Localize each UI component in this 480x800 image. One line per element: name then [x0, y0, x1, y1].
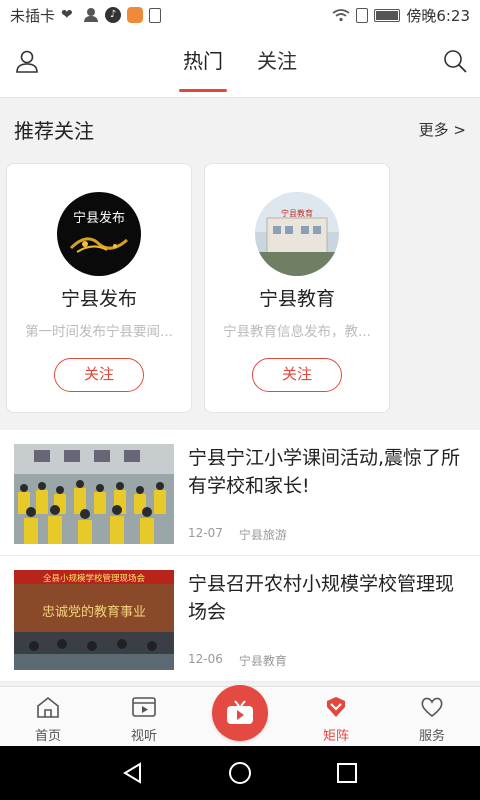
nav-home[interactable]: 首页 — [0, 687, 96, 747]
video-icon — [132, 697, 156, 717]
avatar-text: 宁县教育 — [281, 208, 313, 218]
app-notification-icon — [127, 7, 144, 23]
recommend-title: 推荐关注 — [14, 118, 94, 143]
recommend-header: 推荐关注 更多 > — [0, 99, 480, 159]
account-name: 宁县发布 — [60, 288, 137, 310]
tab-hot[interactable]: 热门 — [179, 30, 227, 98]
nav-label: 矩阵 — [322, 729, 349, 744]
news-date: 12-07 — [188, 526, 223, 540]
news-source: 宁县旅游 — [238, 528, 287, 542]
download-icon — [149, 7, 162, 23]
account-card[interactable]: 宁县教育 宁县教育 宁县教育信息发布，教... 关注 — [204, 163, 390, 413]
news-date: 12-06 — [188, 652, 223, 666]
back-icon[interactable] — [120, 760, 146, 786]
news-thumbnail: 全县小规模学校管理现场会 忠诚党的教育事业 — [14, 570, 174, 670]
status-bar: 未插卡 ❤ ♪ 傍晚6:23 — [0, 0, 480, 30]
more-link[interactable]: 更多 > — [419, 119, 466, 140]
clock: 傍晚6:23 — [406, 6, 470, 25]
tab-follow[interactable]: 关注 — [253, 30, 301, 98]
account-desc: 宁县教育信息发布，教... — [223, 324, 371, 340]
nav-service[interactable]: 服务 — [384, 687, 480, 747]
search-icon[interactable] — [442, 48, 468, 74]
news-feed: 宁县宁江小学课间活动,震惊了所有学校和家长! 12-07 宁县旅游 全县小规模学… — [0, 430, 480, 682]
account-name: 宁县教育 — [258, 288, 335, 310]
news-meta: 12-07 宁县旅游 — [188, 526, 287, 543]
heart-icon — [421, 697, 443, 718]
nav-label: 首页 — [34, 729, 61, 744]
news-title: 宁县宁江小学课间活动,震惊了所有学校和家长! — [188, 447, 461, 497]
wifi-icon — [332, 9, 350, 22]
news-source: 宁县教育 — [238, 654, 287, 668]
account-desc: 第一时间发布宁县要闻... — [25, 324, 173, 340]
account-card[interactable]: 宁县发布 宁县发布 第一时间发布宁县要闻... 关注 — [6, 163, 192, 413]
person-icon — [83, 8, 99, 22]
follow-button[interactable]: 关注 — [54, 358, 144, 392]
news-item[interactable]: 全县小规模学校管理现场会 忠诚党的教育事业 宁县召开农村小规模学校管理现场会 1… — [0, 556, 480, 682]
carrier-label: 未插卡 — [10, 6, 56, 25]
battery-icon — [374, 8, 401, 22]
follow-button[interactable]: 关注 — [252, 358, 342, 392]
news-meta: 12-06 宁县教育 — [188, 652, 287, 669]
avatar: 宁县教育 — [255, 192, 339, 276]
news-title: 宁县召开农村小规模学校管理现场会 — [188, 573, 455, 623]
home-circle-icon[interactable] — [227, 760, 253, 786]
tiktok-icon: ♪ — [105, 7, 122, 23]
bottom-nav: 首页 视听 矩阵 服务 — [0, 685, 480, 747]
recommend-cards: 宁县发布 宁县发布 第一时间发布宁县要闻... 关注 宁县教育 宁县教育 宁县教… — [6, 163, 390, 413]
news-item[interactable]: 宁县宁江小学课间活动,震惊了所有学校和家长! 12-07 宁县旅游 — [0, 430, 480, 556]
top-tabs: 热门 关注 — [0, 30, 480, 98]
avatar: 宁县发布 — [57, 192, 141, 276]
matrix-icon — [327, 697, 345, 717]
slogan-text: 忠诚党的教育事业 — [42, 604, 146, 620]
top-header: 热门 关注 — [0, 30, 480, 98]
home-icon — [37, 696, 59, 718]
nav-label: 视听 — [130, 729, 157, 744]
nav-matrix[interactable]: 矩阵 — [288, 687, 384, 747]
avatar-text: 宁县发布 — [73, 210, 125, 226]
system-nav-bar — [0, 746, 480, 800]
heart-pulse-icon: ❤ — [61, 7, 73, 23]
nav-video[interactable]: 视听 — [96, 687, 192, 747]
nav-label: 服务 — [418, 729, 445, 744]
recents-icon[interactable] — [334, 760, 360, 786]
sim-alert-icon — [356, 7, 369, 23]
tv-play-icon — [227, 700, 253, 724]
banner-text: 全县小规模学校管理现场会 — [43, 573, 146, 584]
live-tv-button[interactable] — [212, 685, 268, 741]
news-thumbnail — [14, 444, 174, 544]
